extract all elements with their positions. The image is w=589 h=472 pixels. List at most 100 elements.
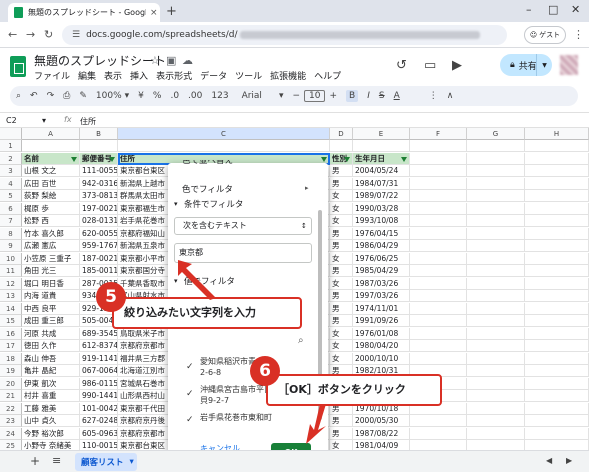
grid-cell[interactable]: [467, 240, 525, 252]
cell-d[interactable]: 女: [330, 327, 353, 340]
italic-icon[interactable]: I: [367, 91, 370, 101]
row-header[interactable]: 3: [0, 165, 22, 177]
grid-cell[interactable]: [410, 152, 467, 165]
browser-menu-icon[interactable]: ⋮: [573, 28, 584, 41]
cell-d[interactable]: 男: [330, 315, 353, 327]
cell-b[interactable]: 990-1441: [80, 390, 118, 402]
menu-view[interactable]: 表示: [104, 69, 122, 82]
filter-toggle-icon[interactable]: [321, 156, 327, 162]
grid-cell[interactable]: [410, 240, 467, 252]
undo-icon[interactable]: ↶: [30, 91, 38, 101]
row-header[interactable]: 4: [0, 177, 22, 190]
grid-cell[interactable]: [467, 227, 525, 240]
grid-cell[interactable]: [410, 202, 467, 215]
row-header[interactable]: 25: [0, 440, 22, 450]
grid-cell[interactable]: [410, 352, 467, 365]
cell-a[interactable]: 徳田 久作: [22, 340, 80, 352]
comment-icon[interactable]: ▭: [424, 58, 436, 73]
search-menus-icon[interactable]: ⌕: [16, 91, 21, 101]
column-header-c[interactable]: C: [118, 128, 330, 140]
cloud-status-icon[interactable]: ☁: [182, 54, 193, 67]
row-header[interactable]: 20: [0, 377, 22, 390]
cell-b[interactable]: 101-0042: [80, 402, 118, 415]
cell-b[interactable]: 942-0316: [80, 177, 118, 190]
cell-a[interactable]: 工藤 雅美: [22, 402, 80, 415]
cell-a[interactable]: 堀口 明日香: [22, 277, 80, 290]
filter-toggle-icon[interactable]: [109, 156, 115, 162]
grid-cell[interactable]: [410, 190, 467, 202]
grid-cell[interactable]: [525, 352, 589, 365]
cell-e[interactable]: 1974/11/01: [353, 302, 410, 315]
grid-cell[interactable]: [467, 152, 525, 165]
cell-a[interactable]: 河原 共成: [22, 327, 80, 340]
share-dropdown-icon[interactable]: ▼: [536, 54, 552, 76]
cell-b[interactable]: 612-8374: [80, 340, 118, 352]
tab-close-icon[interactable]: ×: [150, 8, 158, 18]
cell-d[interactable]: 女: [330, 202, 353, 215]
share-button[interactable]: 🔒︎ 共有 ▼: [500, 54, 552, 76]
grid-cell[interactable]: [525, 202, 589, 215]
cell-d[interactable]: 男: [330, 177, 353, 190]
paint-format-icon[interactable]: ✎: [79, 91, 87, 101]
cell-b[interactable]: 620-0055: [80, 227, 118, 240]
cell-a[interactable]: 成田 重三郎: [22, 315, 80, 327]
grid-cell[interactable]: [525, 252, 589, 265]
document-title[interactable]: 無題のスプレッドシート: [34, 52, 166, 69]
cell-b[interactable]: 605-0963: [80, 427, 118, 440]
grid-cell[interactable]: [467, 352, 525, 365]
cell-a[interactable]: 小笠原 三重子: [22, 252, 80, 265]
cell-a[interactable]: 荻野 梨絵: [22, 190, 80, 202]
row-header[interactable]: 1: [0, 140, 22, 152]
sort-by-color-item[interactable]: 色で並べ替え: [182, 160, 233, 166]
grid-cell[interactable]: [467, 252, 525, 265]
grid-cell[interactable]: [467, 215, 525, 227]
menu-file[interactable]: ファイル: [34, 69, 70, 82]
add-sheet-button[interactable]: +: [30, 454, 40, 468]
row-header[interactable]: 9: [0, 240, 22, 252]
cell-a[interactable]: 内海 道貴: [22, 290, 80, 302]
grid-cell[interactable]: [467, 265, 525, 277]
grid-cell[interactable]: [525, 365, 589, 377]
cell-e[interactable]: 1981/04/09: [353, 440, 410, 450]
column-header-a[interactable]: A: [22, 128, 80, 140]
cell-d[interactable]: 男: [330, 227, 353, 240]
grid-cell[interactable]: [410, 327, 467, 340]
cell-d[interactable]: 女: [330, 352, 353, 365]
filter-toggle-icon[interactable]: [344, 156, 350, 162]
cell-e[interactable]: 2000/10/10: [353, 352, 410, 365]
browser-tab[interactable]: 無題のスプレッドシート - Google スプ ×: [8, 3, 160, 22]
grid-cell[interactable]: [410, 427, 467, 440]
cell-a[interactable]: 竹本 喜久郎: [22, 227, 80, 240]
grid-cell[interactable]: [467, 140, 525, 152]
grid-cell[interactable]: [22, 140, 80, 152]
grid-cell[interactable]: [467, 165, 525, 177]
url-field[interactable]: ☰ docs.google.com/spreadsheets/d/: [62, 25, 507, 45]
cell-e[interactable]: 1984/07/31: [353, 177, 410, 190]
grid-cell[interactable]: [467, 277, 525, 290]
grid-cell[interactable]: [467, 327, 525, 340]
values-search-icon[interactable]: ⌕: [298, 335, 304, 346]
column-header-h[interactable]: H: [525, 128, 589, 140]
grid-cell[interactable]: [467, 177, 525, 190]
grid-cell[interactable]: [410, 340, 467, 352]
zoom-select[interactable]: 100%: [96, 91, 122, 101]
grid-cell[interactable]: [467, 365, 525, 377]
percent-button[interactable]: %: [153, 91, 162, 101]
cell-b[interactable]: 185-0011: [80, 265, 118, 277]
print-icon[interactable]: ⎙: [63, 91, 70, 101]
window-close-icon[interactable]: ✕: [571, 3, 580, 16]
text-color-icon[interactable]: A: [394, 91, 400, 101]
cell-b[interactable]: 373-0813: [80, 190, 118, 202]
cell-a[interactable]: 中西 良平: [22, 302, 80, 315]
increase-decimal-button[interactable]: .00: [188, 91, 202, 101]
grid-cell[interactable]: [525, 427, 589, 440]
checkbox-option-1-icon[interactable]: ✓: [186, 362, 194, 372]
grid-cell[interactable]: [467, 340, 525, 352]
grid-cell[interactable]: [525, 265, 589, 277]
grid-cell[interactable]: [410, 302, 467, 315]
grid-cell[interactable]: [80, 140, 118, 152]
name-box[interactable]: C2: [6, 116, 17, 125]
decrease-decimal-button[interactable]: .0: [170, 91, 179, 101]
filter-toggle-icon[interactable]: [401, 156, 407, 162]
grid-cell[interactable]: [410, 277, 467, 290]
